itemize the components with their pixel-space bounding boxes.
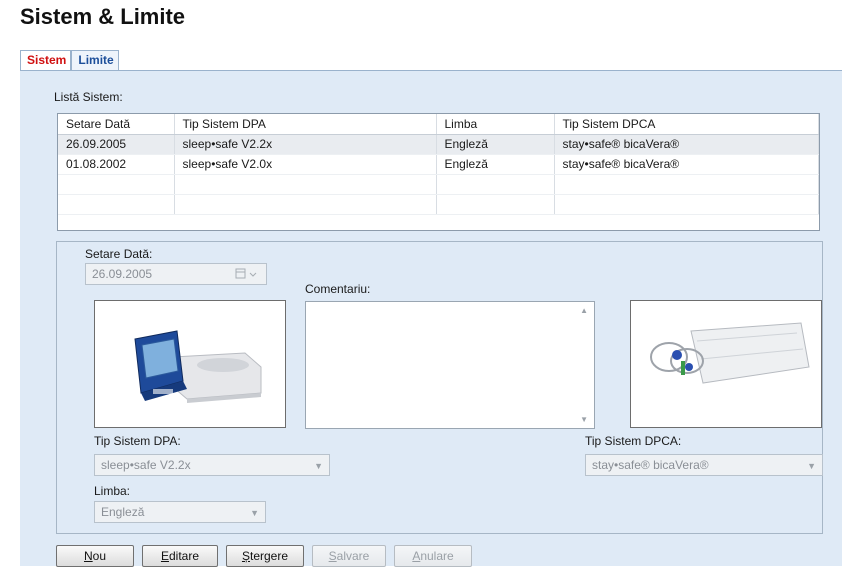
table-cell: Engleză [436, 154, 555, 175]
apd-type-label: Tip Sistem DPA: [94, 434, 181, 448]
table-header-row: Setare Dată Tip Sistem DPA Limba Tip Sis… [58, 114, 819, 135]
capd-type-select[interactable]: stay•safe® bicaVera® ▼ [585, 454, 823, 476]
save-button[interactable]: Salvare [312, 545, 386, 567]
table-cell: Engleză [436, 134, 555, 155]
accelerator-key: Ș [241, 549, 250, 563]
new-button[interactable]: Nou [56, 545, 134, 567]
table-row[interactable]: 26.09.2005 sleep•safe V2.2x Engleză stay… [58, 134, 819, 155]
capd-bag-image [630, 300, 822, 428]
tab-limite[interactable]: Limite [71, 50, 119, 70]
chevron-down-icon[interactable]: ▼ [807, 459, 816, 473]
table-row-empty [58, 174, 819, 195]
accelerator-key: N [83, 549, 93, 563]
apd-device-image [94, 300, 286, 428]
column-header-apd[interactable]: Tip Sistem DPA [174, 114, 437, 135]
system-detail-group: Setare Dată: 26.09.2005 Comentariu: ▲ ▼ … [56, 241, 823, 534]
page-title: Sistem & Limite [20, 4, 186, 29]
table-row-empty [58, 194, 819, 215]
system-panel: Listă Sistem: Setare Dată Tip Sistem DPA… [20, 70, 842, 567]
chevron-down-icon[interactable]: ▼ [250, 506, 259, 520]
date-label: Setare Dată: [85, 247, 153, 261]
action-button-row: Nou Editare Ștergere Salvare Anulare [56, 545, 472, 567]
column-header-language[interactable]: Limba [436, 114, 555, 135]
button-label: tergere [249, 549, 289, 563]
table-row[interactable]: 01.08.2002 sleep•safe V2.0x Engleză stay… [58, 154, 819, 175]
language-label: Limba: [94, 484, 131, 498]
tab-sistem[interactable]: Sistem [20, 50, 72, 70]
scroll-down-icon[interactable]: ▼ [580, 415, 588, 424]
system-list-table[interactable]: Setare Dată Tip Sistem DPA Limba Tip Sis… [57, 113, 820, 231]
table-cell: sleep•safe V2.0x [174, 154, 437, 175]
column-header-capd[interactable]: Tip Sistem DPCA [554, 114, 819, 135]
capd-type-value: stay•safe® bicaVera® [592, 458, 709, 472]
system-list-label: Listă Sistem: [54, 90, 123, 104]
accelerator-key: S [328, 549, 337, 563]
table-cell: 26.09.2005 [58, 134, 175, 155]
apd-type-value: sleep•safe V2.2x [101, 458, 191, 472]
date-picker[interactable]: 26.09.2005 [85, 263, 267, 285]
accelerator-key: A [412, 549, 421, 563]
table-cell: 01.08.2002 [58, 154, 175, 175]
button-label: ou [92, 549, 107, 563]
comment-textarea[interactable]: ▲ ▼ [305, 301, 595, 429]
accelerator-key: E [160, 549, 169, 563]
capd-type-label: Tip Sistem DPCA: [585, 434, 682, 448]
language-select[interactable]: Engleză ▼ [94, 501, 266, 523]
comment-label: Comentariu: [305, 282, 371, 296]
cancel-button[interactable]: Anulare [394, 545, 472, 567]
column-header-date[interactable]: Setare Dată [58, 114, 175, 135]
table-cell: stay•safe® bicaVera® [554, 134, 819, 155]
apd-type-select[interactable]: sleep•safe V2.2x ▼ [94, 454, 330, 476]
delete-button[interactable]: Ștergere [226, 545, 304, 567]
button-label: nulare [420, 549, 454, 563]
scroll-up-icon[interactable]: ▲ [580, 306, 588, 315]
table-cell: sleep•safe V2.2x [174, 134, 437, 155]
button-label: ditare [168, 549, 200, 563]
date-value: 26.09.2005 [92, 267, 153, 281]
tab-bar: Sistem Limite [20, 50, 119, 70]
language-value: Engleză [101, 505, 145, 519]
calendar-icon[interactable] [234, 267, 262, 281]
table-cell: stay•safe® bicaVera® [554, 154, 819, 175]
button-label: alvare [336, 549, 370, 563]
edit-button[interactable]: Editare [142, 545, 218, 567]
chevron-down-icon[interactable]: ▼ [314, 459, 323, 473]
